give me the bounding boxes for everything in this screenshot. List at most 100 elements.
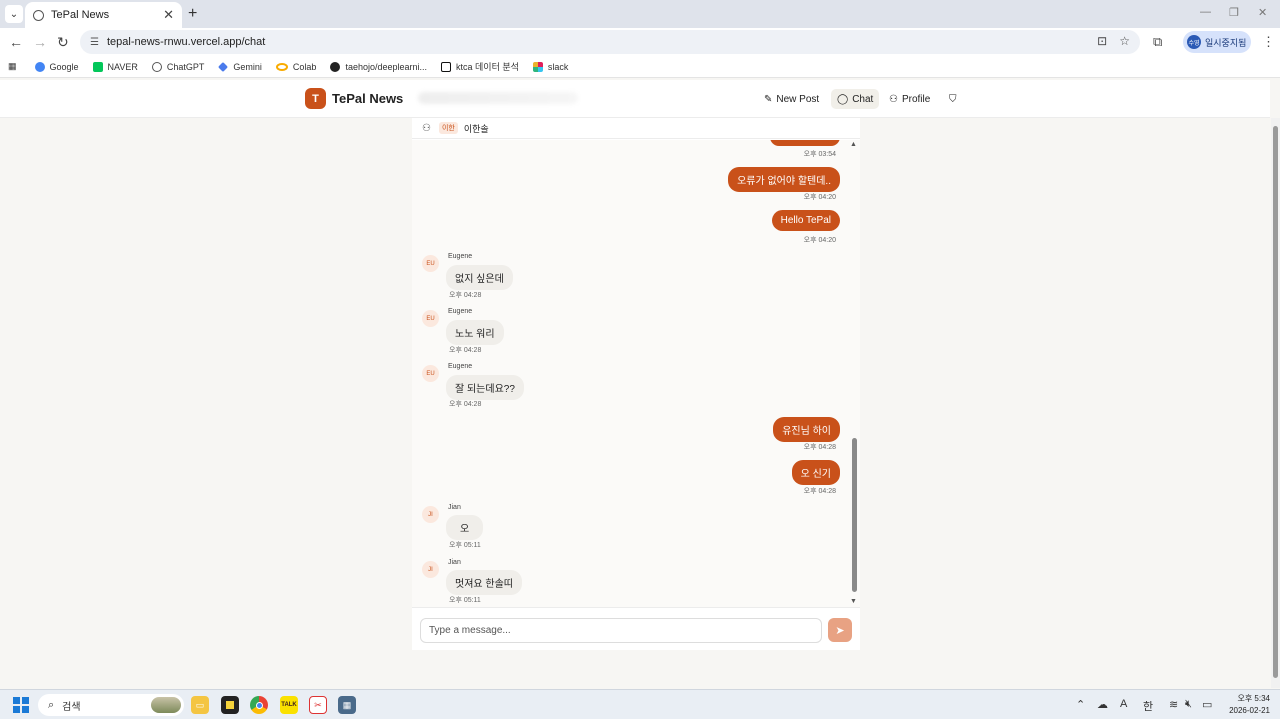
taskbar-search-label: 검색: [62, 701, 81, 713]
bookmark-item[interactable]: ChatGPT: [151, 61, 204, 72]
search-highlight-image: [151, 697, 181, 713]
close-window-button[interactable]: ✕: [1258, 6, 1267, 19]
reload-icon[interactable]: ↻: [57, 34, 69, 51]
message-time: 오후 05:11: [449, 542, 481, 549]
bookmark-item[interactable]: Google: [34, 61, 79, 72]
sender-name: Eugene: [448, 308, 473, 315]
bookmark-label: taehojo/deeplearni...: [345, 61, 427, 72]
tab-search-button[interactable]: ⌄: [5, 5, 23, 23]
windows-start-icon[interactable]: [13, 697, 29, 713]
user-icon: ⚇: [889, 93, 898, 105]
send-icon: ➤: [835, 624, 845, 637]
browser-tab[interactable]: TePal News ✕: [25, 2, 182, 28]
message-time: 오후 04:28: [449, 347, 482, 354]
message-bubble-other: 오: [446, 515, 484, 540]
new-tab-button[interactable]: +: [188, 5, 197, 23]
bookmark-label: ktca 데이터 분석: [456, 62, 519, 72]
minimize-button[interactable]: —: [1200, 6, 1211, 18]
cloud-off-icon[interactable]: ☁: [1097, 698, 1108, 711]
sender-name: Jian: [448, 559, 461, 566]
bookmark-item[interactable]: Gemini: [218, 62, 262, 72]
bookmark-item[interactable]: Colab: [275, 61, 317, 72]
participant-name: 이한솔: [463, 123, 489, 134]
taskbar-search[interactable]: ⌕ 검색: [38, 694, 184, 716]
message-list[interactable]: 오후 03:54 오류가 없어야 할텐데.. 오후 04:20 Hello Te…: [412, 140, 860, 607]
taskbar-clock[interactable]: 오후 5:34 2026-02-21: [1226, 693, 1270, 717]
chat-panel: ⚇ 이한 이한솔 오후 03:54 오류가 없어야 할텐데.. 오후 04:20…: [412, 118, 860, 650]
extensions-icon[interactable]: ⧉: [1153, 34, 1162, 50]
slack-icon: [532, 61, 543, 72]
chat-bubble-icon: ◯: [837, 93, 849, 105]
message-time: 오후 04:28: [803, 488, 836, 495]
message-time: 오후 04:28: [803, 444, 836, 451]
shield-button[interactable]: ⛉: [943, 89, 967, 109]
scroll-down-arrow-icon[interactable]: ▼: [850, 598, 857, 605]
back-arrow-icon[interactable]: ←: [9, 34, 23, 50]
logo-text[interactable]: TePal News: [332, 91, 403, 106]
message-bubble-other: 잘 되는데요??: [446, 375, 524, 400]
bookmark-item[interactable]: ktca 데이터 분석: [441, 60, 519, 73]
more-menu-icon[interactable]: ⋮: [1262, 34, 1275, 50]
message-time: 오후 04:20: [803, 194, 836, 201]
nav-chat[interactable]: ◯ Chat: [831, 89, 880, 109]
bookmark-label: NAVER: [107, 61, 138, 72]
forward-arrow-icon[interactable]: →: [33, 34, 47, 50]
message-input[interactable]: [420, 618, 822, 643]
participants-bar: ⚇ 이한 이한솔: [412, 118, 860, 139]
ime-mode-a[interactable]: A: [1120, 698, 1127, 710]
ime-mode-han[interactable]: 한: [1143, 698, 1153, 714]
nav-profile[interactable]: ⚇ Profile: [883, 89, 936, 109]
site-info-icon[interactable]: ☰: [90, 37, 99, 48]
profile-status: 일시중지됨: [1205, 37, 1247, 48]
github-icon: [330, 61, 341, 72]
chat-scrollbar-thumb[interactable]: [852, 438, 857, 592]
chrome-icon[interactable]: [250, 696, 268, 714]
chevron-up-icon[interactable]: ⌃: [1076, 698, 1085, 711]
nav-new-post[interactable]: ✎ New Post: [758, 89, 825, 109]
browser-toolbar: ← → ↻ ☰ tepal-news-rnwu.vercel.app/chat …: [0, 28, 1280, 56]
close-tab-icon[interactable]: ✕: [163, 7, 174, 23]
profile-button[interactable]: 수영 일시중지됨: [1183, 31, 1251, 53]
bookmarks-bar: ▦ Google NAVER ChatGPT Gemini Colab taeh…: [0, 56, 1280, 78]
sender-name: Eugene: [448, 253, 473, 260]
url-text: tepal-news-rnwu.vercel.app/chat: [106, 36, 266, 48]
message-time: 오후 04:28: [449, 401, 482, 408]
message-bubble-partial: [770, 140, 840, 146]
message-bubble-mine: 유진님 하이: [773, 417, 840, 442]
scroll-up-arrow-icon[interactable]: ▲: [850, 141, 857, 148]
profile-avatar: 수영: [1187, 35, 1201, 49]
file-explorer-icon[interactable]: ▭: [191, 696, 209, 714]
apps-grid-icon[interactable]: ▦: [8, 61, 17, 72]
sticky-notes-icon[interactable]: [221, 696, 239, 714]
clock-time: 오후 5:34: [1237, 694, 1270, 703]
bookmark-item[interactable]: NAVER: [92, 61, 138, 72]
maximize-button[interactable]: ❐: [1229, 6, 1239, 19]
search-icon: ⌕: [48, 698, 55, 711]
bookmark-item[interactable]: slack: [532, 61, 568, 72]
bookmark-item[interactable]: taehojo/deeplearni...: [330, 61, 427, 72]
battery-icon[interactable]: ▭: [1202, 698, 1212, 711]
message-bubble-other: 노노 워리: [446, 320, 504, 345]
page-scrollbar[interactable]: [1271, 118, 1280, 688]
send-button[interactable]: ➤: [828, 618, 852, 642]
message-bubble-mine: 오 신기: [791, 460, 840, 485]
bookmark-star-icon[interactable]: ☆: [1119, 34, 1130, 48]
tab-strip: ⌄ TePal News ✕ + — ❐ ✕: [0, 0, 1280, 28]
translate-icon[interactable]: ⊡: [1097, 34, 1107, 48]
bookmark-label: Google: [49, 61, 79, 72]
kakaotalk-icon[interactable]: TALK: [280, 696, 298, 714]
edit-icon: ✎: [764, 93, 773, 105]
message-time: 오후 04:20: [803, 237, 836, 244]
wifi-icon[interactable]: ≋: [1169, 698, 1178, 711]
page-scrollbar-thumb[interactable]: [1273, 126, 1278, 678]
bookmark-label: Colab: [292, 61, 317, 72]
calculator-icon[interactable]: ▦: [338, 696, 356, 714]
speaker-muted-icon[interactable]: 🔇︎: [1185, 698, 1192, 711]
message-time: 오후 04:28: [449, 292, 482, 299]
gemini-icon: [218, 61, 229, 72]
bookmark-label: Gemini: [233, 61, 262, 72]
sender-name: Jian: [448, 504, 461, 511]
address-bar[interactable]: ☰ tepal-news-rnwu.vercel.app/chat ⊡ ☆: [80, 30, 1140, 54]
logo-badge[interactable]: T: [305, 88, 326, 109]
snipping-tool-icon[interactable]: ✂: [309, 696, 327, 714]
